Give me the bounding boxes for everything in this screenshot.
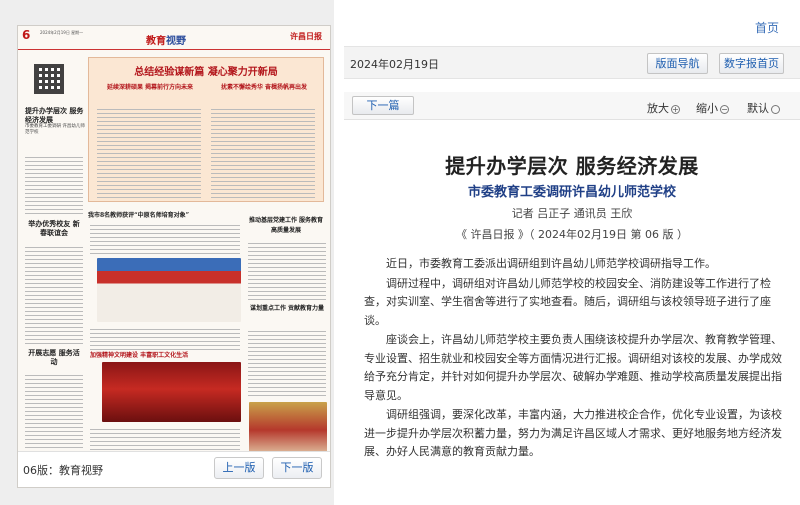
article-body: 近日，市委教育工委派出调研组到许昌幼儿师范学校调研指导工作。 调研过程中，调研组…	[364, 255, 784, 463]
page-navigation-button[interactable]: 版面导航	[647, 53, 708, 74]
banner-left-heading: 延续深耕硕果 揭幕前行方向未来	[106, 84, 194, 91]
text-column	[248, 240, 326, 300]
mid-article-1-title[interactable]: 我市8名教师获评“中原名师培育对象”	[88, 210, 238, 219]
side-article-1[interactable]: 提升办学层次 服务经济发展 市委教育工委调研 许昌幼儿师范学校	[25, 106, 85, 136]
side-article-3[interactable]: 开展志愿 服务活动	[25, 348, 83, 366]
plus-circle-icon: +	[671, 104, 680, 114]
side-article-2[interactable]: 举办优秀校友 新春联谊会	[25, 219, 83, 237]
circle-icon	[771, 104, 780, 114]
page-label: 06版：教育视野	[23, 464, 103, 477]
zoom-in-control[interactable]: 放大 +	[647, 100, 680, 116]
banner-title: 总结经验谋新篇 凝心聚力开新局	[134, 67, 278, 78]
newspaper-page-image[interactable]: 6 2024年2月19日 星期一 教育视野 许昌日报 提升办学层次 服务经济发展…	[17, 25, 331, 488]
text-column	[25, 372, 83, 448]
article-title: 提升办学层次 服务经济发展	[445, 154, 699, 178]
zoom-out-control[interactable]: 缩小 −	[696, 100, 729, 116]
next-article-button[interactable]: 下一篇	[352, 96, 414, 115]
text-column	[211, 106, 315, 198]
article-toolbar: 下一篇 放大 + 缩小 − 默认	[344, 92, 800, 120]
text-column	[25, 154, 83, 214]
zoom-out-label: 缩小	[696, 102, 718, 115]
mid-article-3-title[interactable]: 谋划重点工作 贡献教育力量	[248, 304, 326, 314]
article-paragraph: 座谈会上，许昌幼儿师范学校主要负责人围绕该校提升办学层次、教育教学管理、专业设置…	[364, 333, 782, 402]
mid-article-2-title[interactable]: 推动基层党建工作 服务教育高质量发展	[246, 216, 326, 236]
default-size-label: 默认	[747, 102, 769, 115]
default-size-control[interactable]: 默认	[747, 100, 780, 116]
newspaper-page-panel: 6 2024年2月19日 星期一 教育视野 许昌日报 提升办学层次 服务经济发展…	[0, 0, 334, 505]
article-photo	[102, 362, 241, 422]
section-name-b: 视野	[166, 36, 186, 47]
article-subtitle: 市委教育工委调研许昌幼儿师范学校	[467, 185, 676, 200]
article-paragraph: 近日，市委教育工委派出调研组到许昌幼儿师范学校调研指导工作。	[386, 257, 716, 270]
mid-article-4-title[interactable]: 加强精神文明建设 丰富职工文化生活	[90, 350, 242, 359]
home-link[interactable]: 首页	[755, 19, 779, 36]
page-section-title: 教育视野	[146, 32, 186, 47]
text-column	[90, 222, 240, 254]
text-column	[90, 326, 240, 350]
side-article-1-title: 提升办学层次 服务经济发展	[25, 106, 84, 124]
masthead-logo: 许昌日报	[290, 31, 322, 41]
section-name-a: 教育	[146, 36, 166, 47]
article-photo	[97, 258, 241, 322]
page-header: 6 2024年2月19日 星期一 教育视野 许昌日报	[18, 26, 330, 50]
article-paragraph: 调研过程中，调研组对许昌幼儿师范学校的校园安全、消防建设等工作进行了检查，对实训…	[364, 276, 771, 327]
minus-circle-icon: −	[720, 104, 729, 114]
date-bar: 2024年02月19日 版面导航 数字报首页	[344, 46, 800, 79]
issue-date: 2024年02月19日	[350, 58, 439, 71]
zoom-in-label: 放大	[647, 102, 669, 115]
banner-right-heading: 扰素不懈绘秀华 奋楫扬帆再出发	[220, 84, 308, 91]
side-article-2-title: 举办优秀校友 新春联谊会	[28, 219, 80, 237]
previous-page-button[interactable]: 上一版	[214, 457, 264, 479]
article-panel: 首页 2024年02月19日 版面导航 数字报首页 下一篇 放大 + 缩小 − 默认…	[344, 0, 800, 505]
article-photo	[249, 402, 327, 458]
side-article-1-sub: 市委教育工委调研 许昌幼儿师范学校	[25, 124, 85, 135]
digital-paper-home-button[interactable]: 数字报首页	[719, 53, 784, 74]
text-column	[90, 426, 240, 450]
side-article-3-title: 开展志愿 服务活动	[28, 348, 80, 366]
article-paragraph: 调研组强调，要深化改革，丰富内涵，大力推进校企合作，优化专业设置，为该校进一步提…	[364, 408, 782, 458]
article-source: 《 许昌日报 》（ 2024年02月19日 第 06 版 ）	[456, 228, 688, 241]
article-authors: 记者 吕正子 通讯员 王欣	[511, 207, 633, 220]
qr-code-icon	[34, 64, 64, 94]
banner-article[interactable]: 总结经验谋新篇 凝心聚力开新局 延续深耕硕果 揭幕前行方向未来 扰素不懈绘秀华 …	[88, 57, 324, 202]
text-column	[97, 106, 201, 198]
text-column	[248, 328, 326, 396]
next-page-button[interactable]: 下一版	[272, 457, 322, 479]
page-date: 2024年2月19日 星期一	[40, 30, 84, 35]
text-column	[25, 244, 83, 344]
page-number: 6	[22, 28, 31, 42]
page-footer: 06版：教育视野 上一版 下一版	[18, 451, 330, 487]
